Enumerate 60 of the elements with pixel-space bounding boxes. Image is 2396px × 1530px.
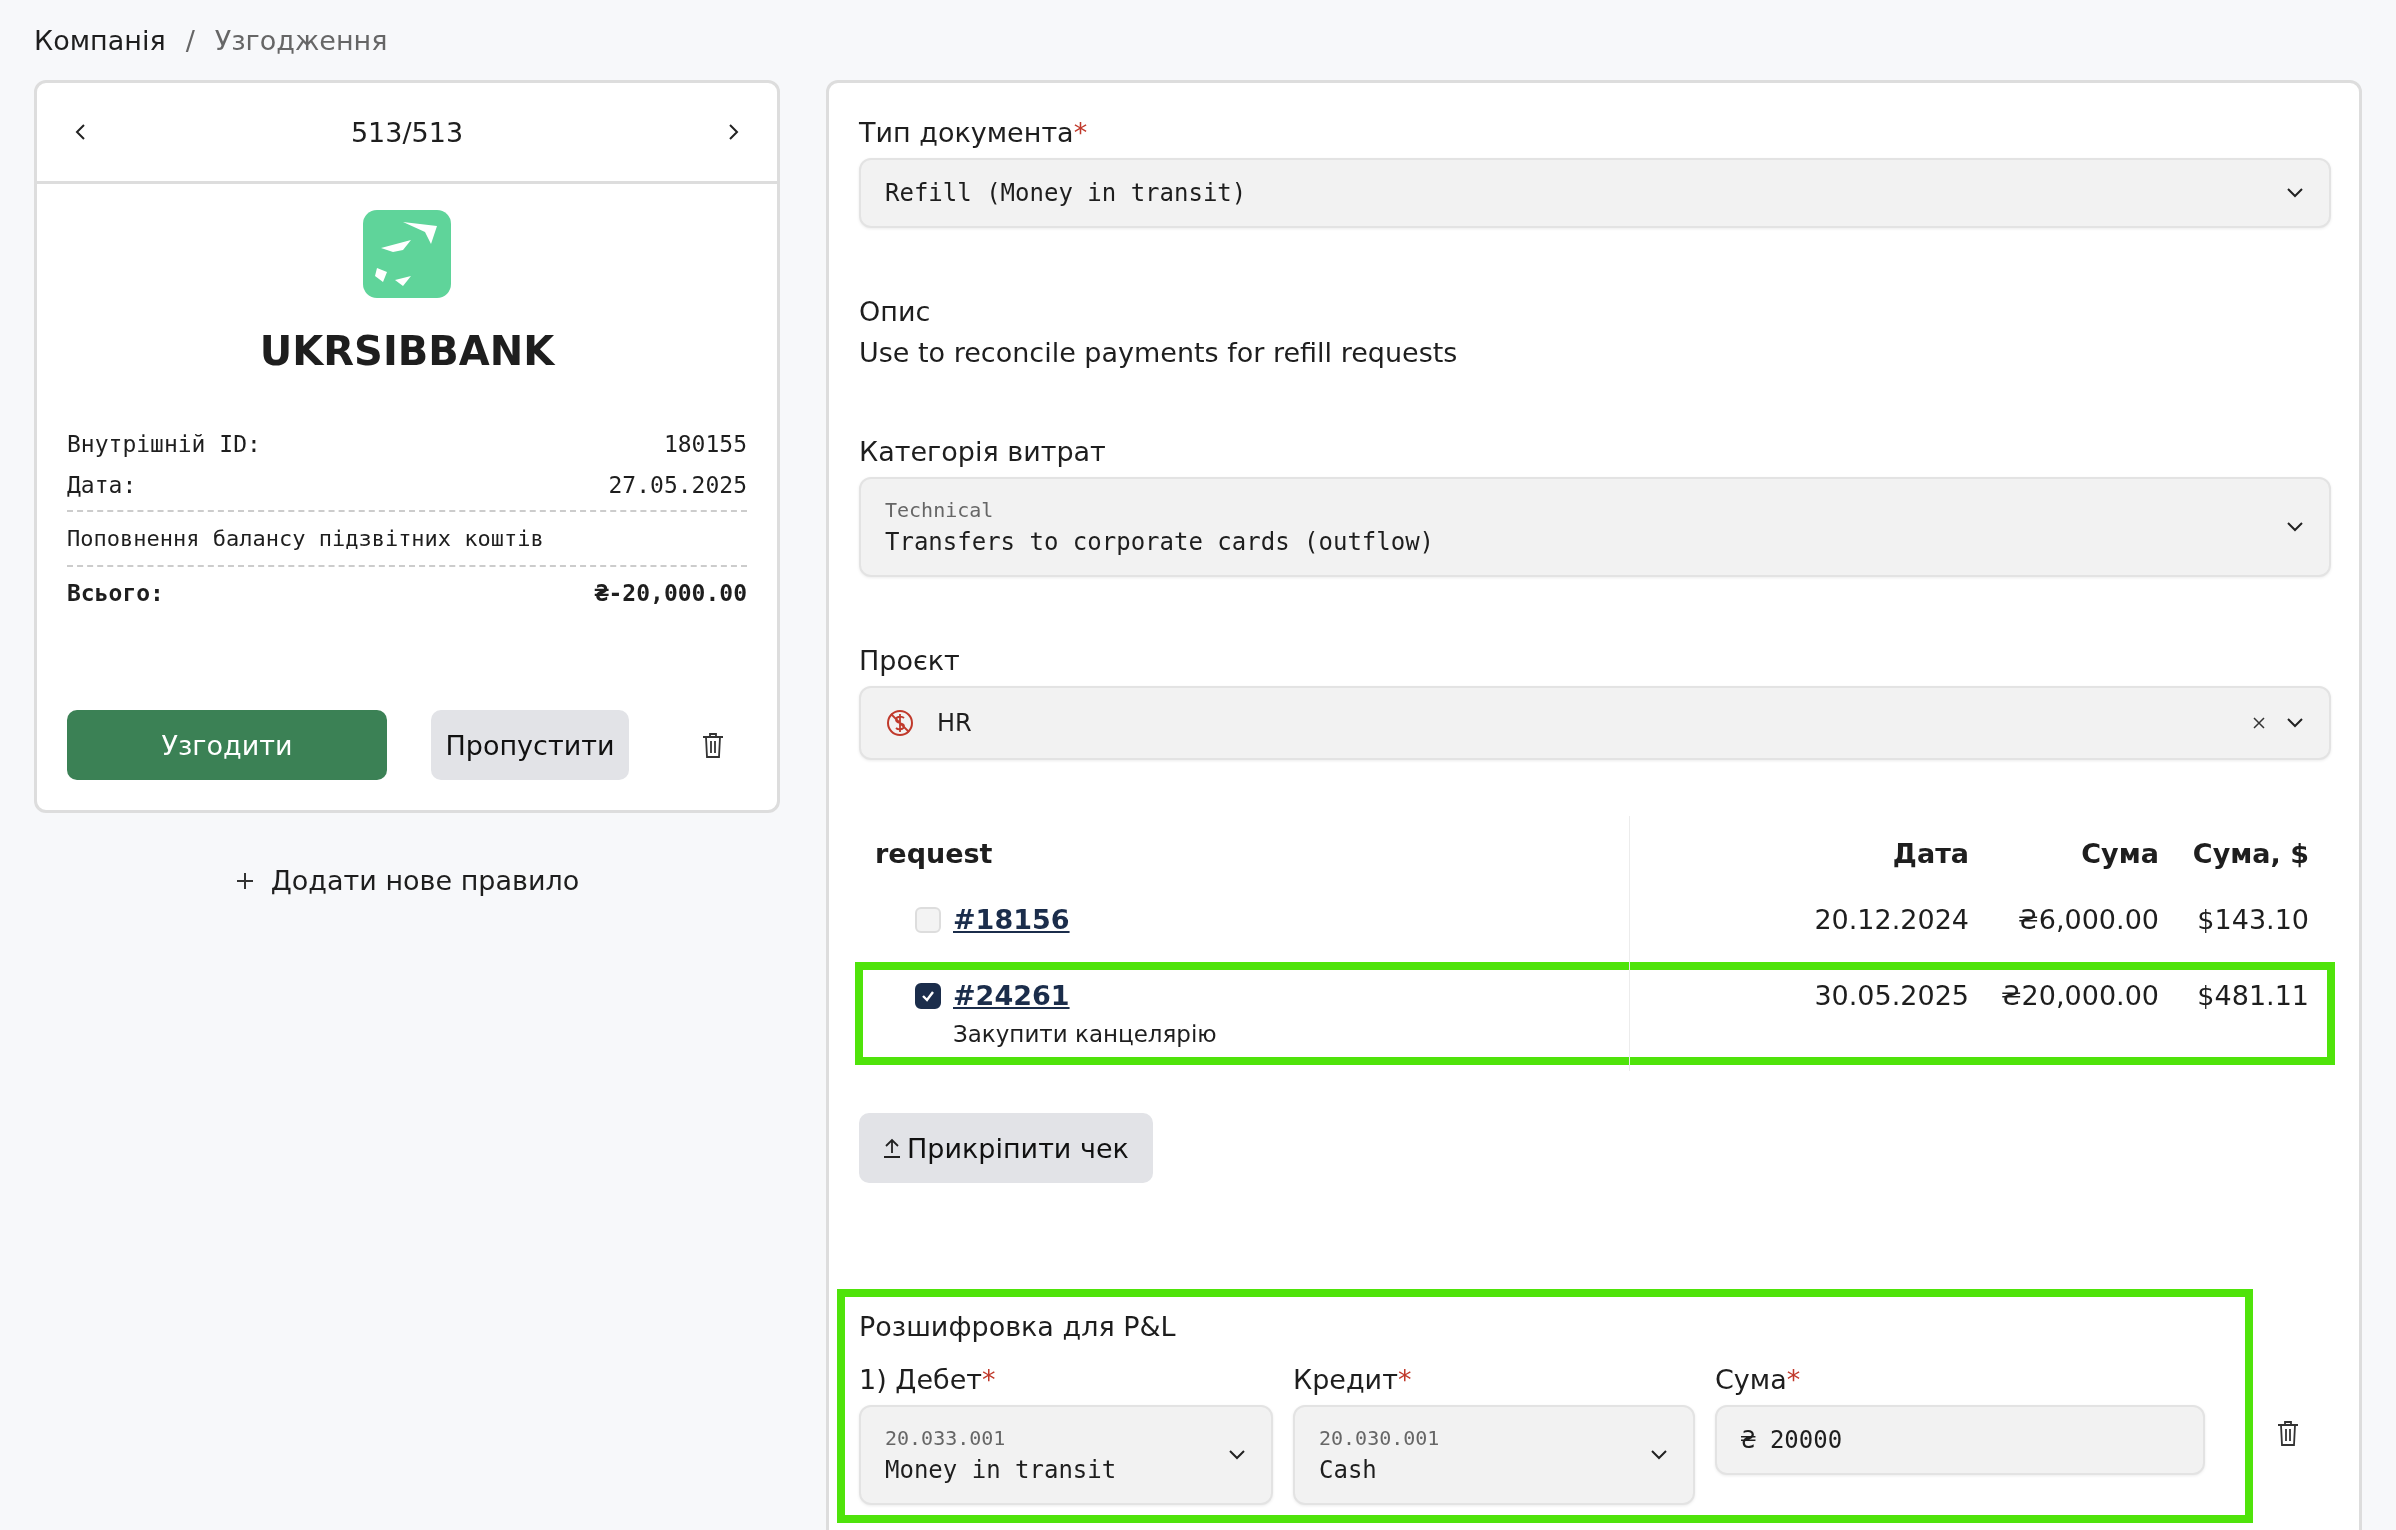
table-cell-text: ₴6,000.00 xyxy=(2016,904,2159,935)
field-label: 1) Дебет xyxy=(859,1364,982,1395)
detail-value: 27.05.2025 xyxy=(608,471,747,500)
no-money-icon xyxy=(885,708,915,738)
section-title: Розшифровка для P&L xyxy=(859,1311,1177,1342)
description-text: Use to reconcile payments for refill requests xyxy=(859,337,1459,368)
add-rule-link[interactable]: Додати нове правило xyxy=(270,865,580,896)
chevron-down-icon xyxy=(2287,522,2303,532)
column-header: Сума xyxy=(2080,837,2159,869)
field-label: Тип документа xyxy=(859,117,1074,148)
approve-button[interactable]: Узгодити xyxy=(67,710,387,780)
detail-label: Дата: xyxy=(67,471,137,500)
request-link[interactable]: #24261 xyxy=(953,980,1070,1011)
table-cell-text: 30.05.2025 xyxy=(1813,980,1969,1011)
table-cell-text: $481.11 xyxy=(2196,980,2309,1011)
trash-icon[interactable] xyxy=(701,731,725,759)
total-value: ₴-20,000.00 xyxy=(594,579,747,608)
breadcrumb-separator: / xyxy=(185,24,195,56)
required-mark: * xyxy=(1073,117,1088,148)
column-header: Сума, $ xyxy=(2191,837,2309,869)
table-cell-text: $143.10 xyxy=(2196,904,2309,935)
pager-count: 513/513 xyxy=(350,116,464,148)
total-label: Всього: xyxy=(67,579,164,608)
required-mark: * xyxy=(1397,1364,1412,1395)
expense-category-select[interactable]: Technical Transfers to corporate cards (outflow) xyxy=(859,477,2331,577)
skip-button[interactable]: Пропустити xyxy=(431,710,629,780)
column-header: Дата xyxy=(1891,837,1969,869)
bank-name: UKRSIBBANK xyxy=(259,328,555,374)
request-link[interactable]: #18156 xyxy=(953,904,1070,935)
plus-icon[interactable] xyxy=(234,870,255,891)
column-header: request xyxy=(875,837,994,869)
field-label: Опис xyxy=(859,296,931,327)
project-select[interactable]: HR xyxy=(859,686,2331,760)
required-mark: * xyxy=(1786,1364,1801,1395)
clear-icon[interactable] xyxy=(2253,717,2265,729)
table-cell-text: ₴20,000.00 xyxy=(1999,980,2159,1011)
transaction-description: Поповнення балансу підзвітних коштів xyxy=(67,512,747,567)
upload-icon xyxy=(883,1137,901,1159)
request-note: Закупити канцелярію xyxy=(952,1021,1218,1047)
credit-select[interactable]: 20.030.001 Cash xyxy=(1293,1405,1695,1505)
row-checkbox[interactable] xyxy=(915,982,941,1009)
detail-value: 180155 xyxy=(663,430,747,459)
amount-field[interactable]: ₴ 20000 xyxy=(1715,1405,2205,1475)
document-type-select[interactable]: Refill (Money in transit) xyxy=(859,158,2331,228)
breadcrumb-item[interactable]: Компанія xyxy=(34,24,166,56)
field-label: Проєкт xyxy=(859,645,960,676)
field-label: Категорія витрат xyxy=(859,436,1106,467)
table-cell-text: 20.12.2024 xyxy=(1813,904,1969,935)
chevron-down-icon xyxy=(2287,718,2303,728)
required-mark: * xyxy=(982,1364,996,1395)
chevron-down-icon xyxy=(1651,1450,1667,1460)
field-label: Кредит xyxy=(1293,1364,1398,1395)
debit-select[interactable]: 20.033.001 Money in transit xyxy=(859,1405,1273,1505)
detail-label: Внутрішній ID: xyxy=(67,430,261,459)
field-label: Сума xyxy=(1715,1364,1787,1395)
chevron-down-icon xyxy=(2287,188,2303,198)
attach-receipt-button[interactable]: Прикріпити чек xyxy=(859,1113,1153,1183)
trash-icon[interactable] xyxy=(2276,1418,2300,1448)
breadcrumb-item: Узгодження xyxy=(214,24,388,56)
chevron-down-icon xyxy=(1229,1450,1245,1460)
